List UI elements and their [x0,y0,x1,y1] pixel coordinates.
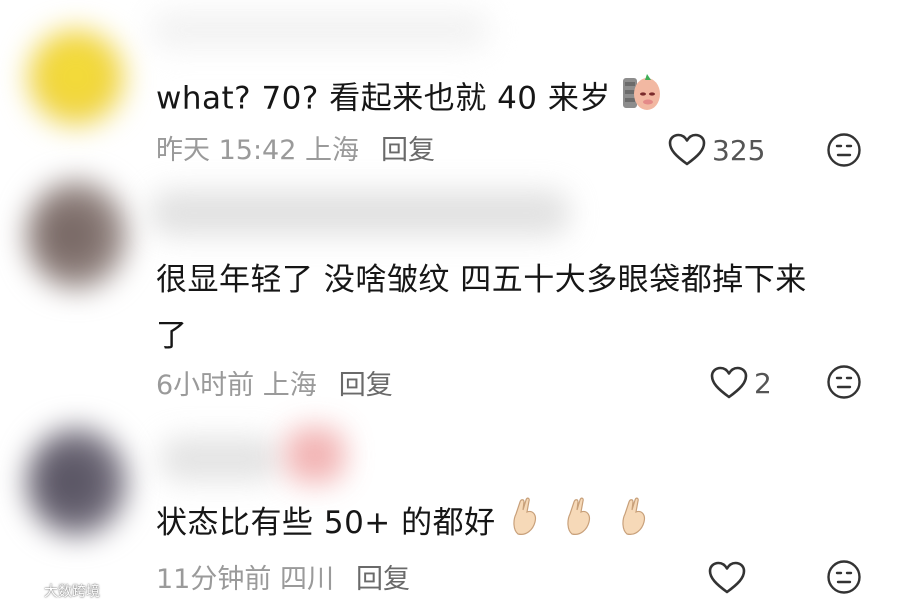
comment-time-location: 11分钟前 四川 [156,564,334,595]
comment-list-screen: what? 70? 看起来也就 40 来岁 昨天 15:42 上海 回复 325… [0,0,900,609]
like-button[interactable]: 325 [668,133,765,167]
heart-outline-icon [710,366,748,400]
username-blurred[interactable] [150,190,570,236]
comment-meta: 6小时前 上海 回复 [156,363,393,402]
reply-button[interactable]: 回复 [381,128,435,167]
dislike-button[interactable] [826,559,862,595]
comment-text-line: 很显年轻了 没啥皱纹 四五十大多眼袋都掉下来 [156,262,807,298]
comment-text: 状态比有些 50+ 的都好 [156,495,649,554]
comment-item: 很显年轻了 没啥皱纹 四五十大多眼袋都掉下来 了 6小时前 上海 回复 2 [0,180,900,415]
comment-meta: 昨天 15:42 上海 回复 [156,128,435,167]
comment-item: 状态比有些 50+ 的都好 11分钟前 四川 回复 [0,415,900,609]
dislike-button[interactable] [826,364,862,400]
like-button[interactable] [708,561,752,595]
watermark-logo-icon [6,579,40,603]
avatar[interactable] [28,30,124,126]
comment-time-location: 6小时前 上海 [156,370,317,401]
heart-outline-icon [708,561,746,595]
comment-text: what? 70? 看起来也就 40 来岁 [156,70,661,130]
neutral-face-icon [827,365,861,399]
username-blurred[interactable] [285,427,345,483]
comment-text-content: what? 70? 看起来也就 40 来岁 [156,80,611,117]
comment-item: what? 70? 看起来也就 40 来岁 昨天 15:42 上海 回复 325 [0,0,900,180]
crossed-fingers-icon [510,496,540,554]
like-count: 325 [712,133,766,167]
reply-button[interactable]: 回复 [339,363,393,402]
avatar[interactable] [26,180,128,290]
potato-sticker-icon [621,70,661,130]
like-count: 2 [754,366,772,400]
neutral-face-icon [827,560,861,594]
comment-meta: 11分钟前 四川 回复 [156,557,410,596]
crossed-fingers-icon [564,496,594,554]
username-blurred[interactable] [150,10,490,50]
like-button[interactable]: 2 [710,366,772,400]
comment-text-content: 状态比有些 50+ 的都好 [156,505,496,541]
comment-time-location: 昨天 15:42 上海 [156,135,359,166]
crossed-fingers-icon [619,496,649,554]
watermark-text: 大数跨境 [44,584,100,600]
dislike-button[interactable] [826,132,862,168]
comment-text-line: 了 [156,318,188,354]
comment-text: 很显年轻了 没啥皱纹 四五十大多眼袋都掉下来 了 [156,252,807,364]
heart-outline-icon [668,133,706,167]
avatar[interactable] [26,427,128,537]
neutral-face-icon [827,133,861,167]
watermark: 大数跨境 [6,579,100,603]
reply-button[interactable]: 回复 [356,557,410,596]
username-blurred[interactable] [160,437,280,481]
